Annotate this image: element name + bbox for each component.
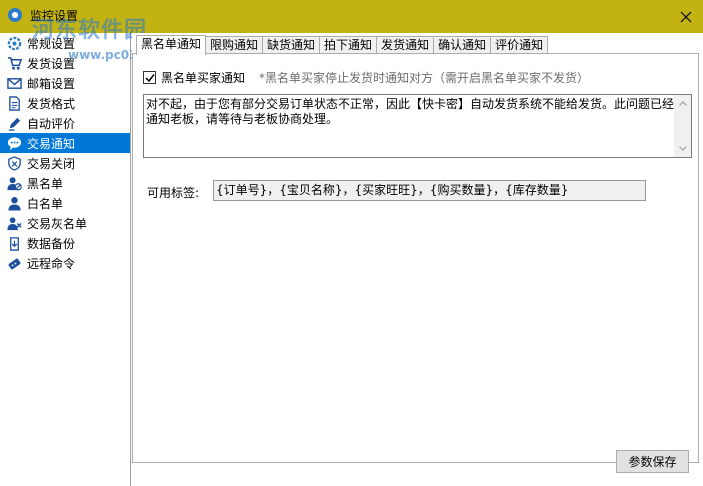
sidebar-item-remote[interactable]: 远程命令 [0, 253, 130, 273]
sidebar-item-blacklist[interactable]: 黑名单 [0, 173, 130, 193]
gear-icon [6, 35, 22, 51]
chevron-up-icon [678, 101, 687, 106]
sidebar-item-backup[interactable]: 数据备份 [0, 233, 130, 253]
chevron-down-icon [678, 146, 687, 151]
checkmark-icon [144, 73, 155, 82]
close-button[interactable] [669, 0, 703, 33]
remote-icon [6, 255, 22, 271]
users-icon [6, 215, 22, 231]
sidebar-item-label: 黑名单 [27, 176, 64, 191]
sidebar-item-trade-close[interactable]: 交易关闭 [0, 153, 130, 173]
scroll-down-button[interactable] [674, 140, 691, 157]
sidebar-item-label: 发货设置 [27, 56, 76, 71]
tab-order-placed-notify[interactable]: 拍下通知 [319, 36, 378, 54]
sidebar-item-label: 交易通知 [27, 136, 76, 151]
tab-shipped-notify[interactable]: 发货通知 [376, 36, 435, 54]
blacklist-notify-hint: *黑名单买家停止发货时通知对方（需开启黑名单买家不发货） [259, 71, 590, 85]
message-text[interactable]: 对不起，由于您有部分交易订单状态不正常，因此【快卡密】自动发货系统不能给发货。此… [146, 97, 674, 127]
sidebar-item-shipping[interactable]: 发货设置 [0, 53, 130, 73]
sidebar-item-graylist[interactable]: 交易灰名单 [0, 213, 130, 233]
tags-field[interactable]: {订单号}，{宝贝名称}，{买家旺旺}，{购买数量}，{库存数量} [213, 180, 646, 201]
tab-review-notify[interactable]: 评价通知 [490, 36, 549, 54]
tab-panel-blacklist: 黑名单买家通知 *黑名单买家停止发货时通知对方（需开启黑名单买家不发货） 对不起… [132, 53, 699, 463]
user-icon [6, 195, 22, 211]
backup-icon [6, 235, 22, 251]
tab-limit-notify[interactable]: 限购通知 [205, 36, 264, 54]
sidebar-item-format[interactable]: 发货格式 [0, 93, 130, 113]
app-icon [7, 7, 23, 23]
tab-out-of-stock-notify[interactable]: 缺货通知 [262, 36, 321, 54]
blacklist-notify-row: 黑名单买家通知 *黑名单买家停止发货时通知对方（需开启黑名单买家不发货） [143, 69, 589, 86]
sidebar-nav: 常规设置 发货设置 邮箱设置 发货格式 自动评价 交易通知 交易关闭 黑名单 白… [0, 33, 131, 486]
sidebar-item-label: 远程命令 [27, 256, 76, 271]
pen-icon [6, 115, 22, 131]
tab-confirm-notify[interactable]: 确认通知 [433, 36, 492, 54]
tab-blacklist-notify[interactable]: 黑名单通知 [136, 35, 207, 55]
sidebar-item-label: 交易关闭 [27, 156, 76, 171]
sidebar-item-label: 白名单 [27, 196, 64, 211]
sidebar-item-whitelist[interactable]: 白名单 [0, 193, 130, 213]
blacklist-notify-label[interactable]: 黑名单买家通知 [161, 69, 245, 86]
main-panel: 黑名单通知 限购通知 缺货通知 拍下通知 发货通知 确认通知 评价通知 黑名单买… [132, 33, 703, 486]
user-block-icon [6, 175, 22, 191]
sidebar-item-label: 交易灰名单 [27, 216, 88, 231]
shield-icon [6, 155, 22, 171]
sidebar-item-trade-notify[interactable]: 交易通知 [0, 133, 130, 153]
tab-bar: 黑名单通知 限购通知 缺货通知 拍下通知 发货通知 确认通知 评价通知 [136, 35, 549, 55]
chat-bubble-icon [6, 135, 22, 151]
close-icon [680, 11, 692, 22]
blacklist-notify-checkbox[interactable] [143, 71, 156, 84]
cart-icon [6, 55, 22, 71]
sidebar-item-auto-review[interactable]: 自动评价 [0, 113, 130, 133]
message-textarea[interactable]: 对不起，由于您有部分交易订单状态不正常，因此【快卡密】自动发货系统不能给发货。此… [143, 94, 692, 158]
sidebar-item-mail[interactable]: 邮箱设置 [0, 73, 130, 93]
sidebar-item-general[interactable]: 常规设置 [0, 33, 130, 53]
sidebar-item-label: 常规设置 [27, 36, 76, 51]
mail-icon [6, 75, 22, 91]
scroll-up-button[interactable] [674, 95, 691, 112]
sidebar-item-label: 数据备份 [27, 236, 76, 251]
document-icon [6, 95, 22, 111]
title-bar: 监控设置 [0, 0, 703, 33]
window-title: 监控设置 [30, 9, 79, 23]
sidebar-item-label: 邮箱设置 [27, 76, 76, 91]
sidebar-item-label: 自动评价 [27, 116, 76, 131]
message-scrollbar[interactable] [674, 95, 691, 157]
tags-label: 可用标签: [147, 186, 200, 200]
sidebar-item-label: 发货格式 [27, 96, 76, 111]
save-settings-button[interactable]: 参数保存 [616, 450, 689, 473]
